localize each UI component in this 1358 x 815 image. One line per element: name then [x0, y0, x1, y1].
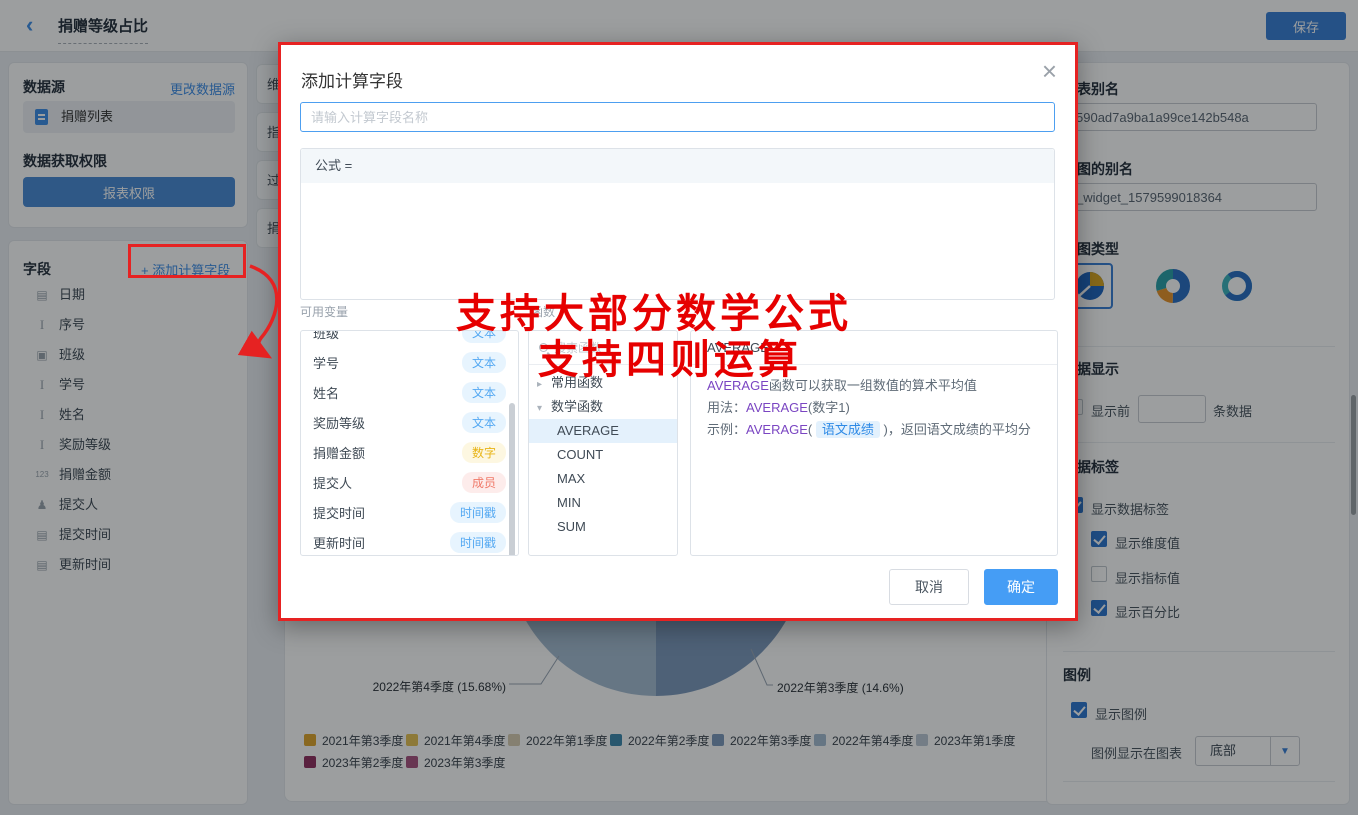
example-field-tag: 语文成绩: [816, 421, 880, 438]
function-doc-usage: 用法：AVERAGE(数字1): [707, 397, 1041, 419]
function-doc-example: 示例：AVERAGE( 语文成绩 )，返回语文成绩的平均分: [707, 419, 1041, 441]
variable-name: 提交时间: [313, 503, 365, 522]
type-tag: 时间戳: [450, 532, 506, 553]
function-item-min[interactable]: MIN: [529, 491, 677, 515]
cancel-button[interactable]: 取消: [889, 569, 969, 605]
function-item-average[interactable]: AVERAGE: [529, 419, 677, 443]
function-group-math[interactable]: ▾数学函数: [529, 395, 677, 419]
variable-row[interactable]: 更新时间 时间戳: [301, 527, 518, 556]
formula-editor[interactable]: 公式 =: [300, 148, 1055, 300]
annotation-text-2: 支持四则运算: [538, 327, 802, 385]
function-item-count[interactable]: COUNT: [529, 443, 677, 467]
formula-label: 公式 =: [301, 149, 1054, 183]
variable-row[interactable]: 提交时间 时间戳: [301, 497, 518, 527]
variables-list: 班级文本 学号文本 姓名文本 奖励等级文本 捐赠金额数字 提交人成员 提交时间时…: [300, 330, 519, 556]
type-tag: 文本: [462, 412, 506, 433]
type-tag: 文本: [462, 382, 506, 403]
variable-row[interactable]: 提交人 成员: [301, 467, 518, 497]
variable-name: 捐赠金额: [313, 443, 365, 462]
variable-name: 更新时间: [313, 533, 365, 552]
confirm-button[interactable]: 确定: [984, 569, 1058, 605]
variable-name: 奖励等级: [313, 413, 365, 432]
close-icon[interactable]: ×: [1042, 57, 1057, 85]
variables-label: 可用变量: [300, 303, 348, 320]
variable-name: 学号: [313, 353, 339, 372]
function-item-sum[interactable]: SUM: [529, 515, 677, 539]
variable-name: 班级: [313, 330, 339, 342]
type-tag: 数字: [462, 442, 506, 463]
variables-scrollbar[interactable]: [509, 403, 515, 556]
variable-name: 姓名: [313, 383, 339, 402]
modal-title: 添加计算字段: [301, 67, 403, 92]
type-tag: 成员: [462, 472, 506, 493]
function-item-max[interactable]: MAX: [529, 467, 677, 491]
variable-row[interactable]: 姓名 文本: [301, 377, 518, 407]
chevron-down-icon: ▾: [537, 397, 551, 421]
function-group-label: 数学函数: [551, 399, 603, 414]
type-tag: 时间戳: [450, 502, 506, 523]
variable-name: 提交人: [313, 473, 352, 492]
type-tag: 文本: [462, 352, 506, 373]
variable-row[interactable]: 奖励等级 文本: [301, 407, 518, 437]
variable-row[interactable]: 捐赠金额 数字: [301, 437, 518, 467]
calc-field-name-input[interactable]: [300, 102, 1055, 132]
variable-row[interactable]: 学号 文本: [301, 347, 518, 377]
